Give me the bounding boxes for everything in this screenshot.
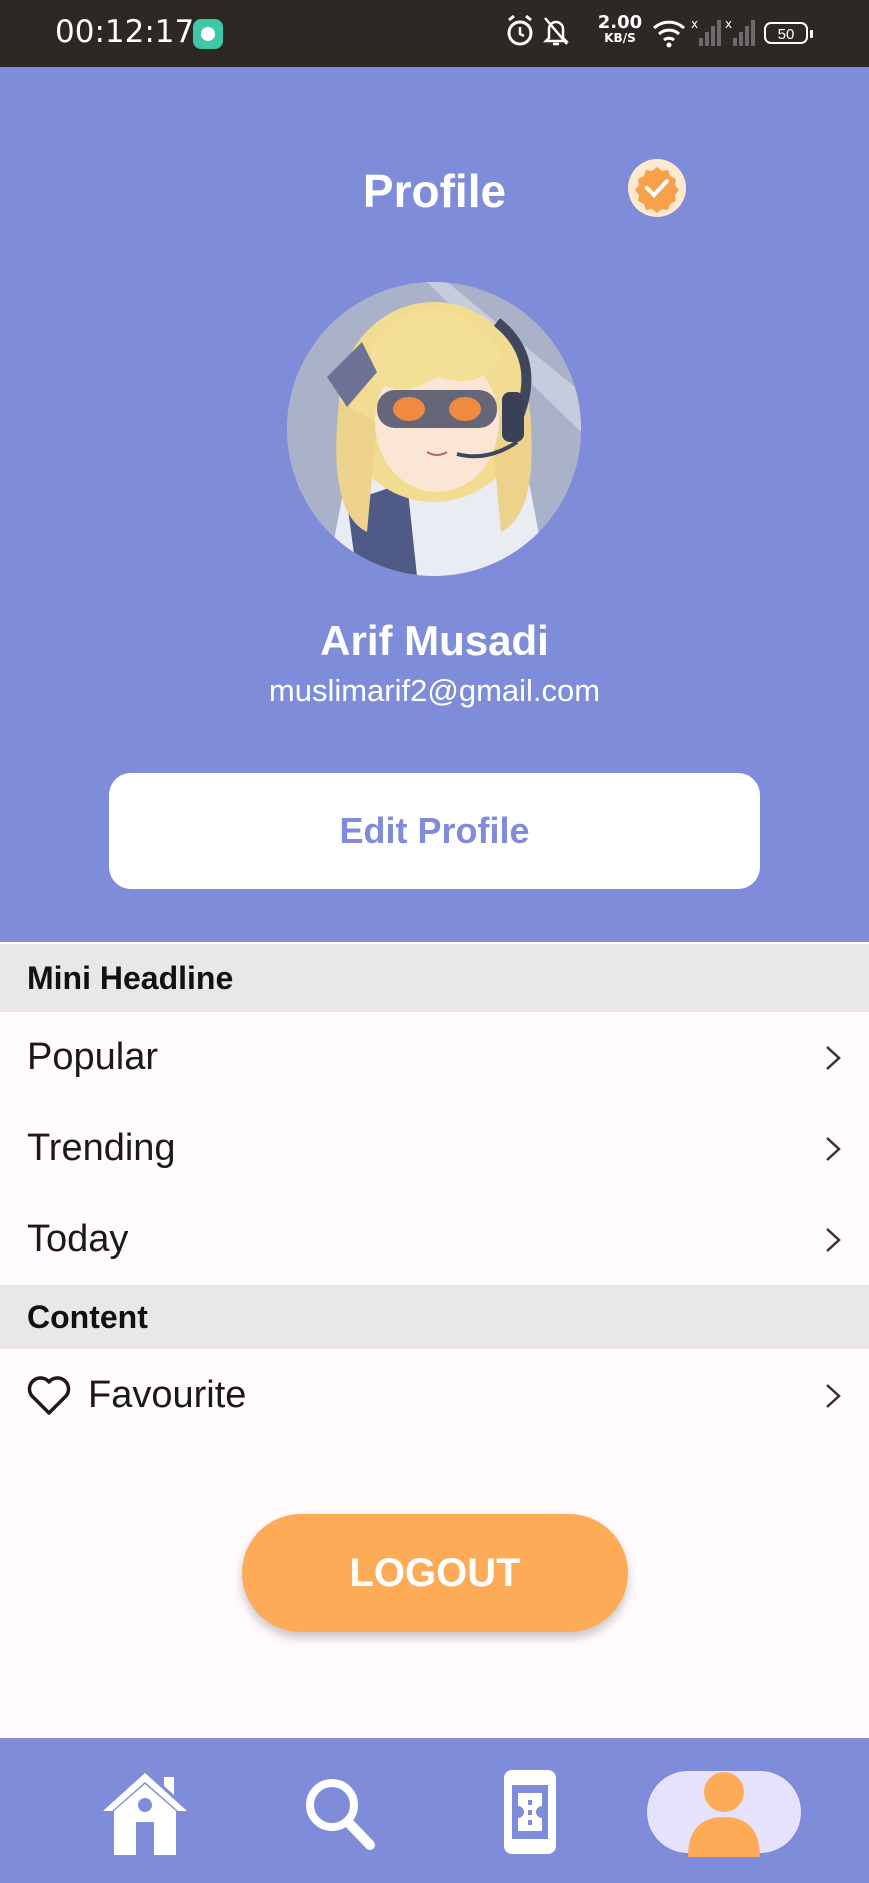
logout-button[interactable]: LOGOUT xyxy=(242,1514,628,1632)
list-item-today[interactable]: Today xyxy=(0,1194,869,1285)
bottom-navigation xyxy=(0,1738,869,1883)
profile-header: Profile Arif Musadi muslimarif2@gmail.co… xyxy=(0,67,869,942)
user-name: Arif Musadi xyxy=(320,617,549,664)
chevron-right-icon xyxy=(826,1046,841,1070)
avatar xyxy=(287,282,581,576)
user-email: muslimarif2@gmail.com xyxy=(268,673,601,708)
chevron-right-icon xyxy=(826,1228,841,1252)
net-speed: 2.00 KB/S xyxy=(595,12,645,45)
list-item-favourite[interactable]: Favourite xyxy=(0,1350,869,1441)
avatar-image xyxy=(287,282,581,576)
profile-icon[interactable] xyxy=(684,1767,764,1857)
section-title: Content xyxy=(27,1299,148,1335)
list-item-label: Today xyxy=(27,1218,129,1260)
list-item-label: Popular xyxy=(27,1036,158,1078)
section-header-mini-headline: Mini Headline xyxy=(0,944,869,1012)
status-bar: 00:12:17 2.00 KB/S x x 50 xyxy=(0,0,869,67)
signal-icon-1: x xyxy=(691,18,721,46)
chevron-right-icon xyxy=(826,1137,841,1161)
section-title: Mini Headline xyxy=(27,960,234,996)
section-header-content: Content xyxy=(0,1285,869,1349)
search-icon[interactable] xyxy=(300,1767,380,1857)
list-item-popular[interactable]: Popular xyxy=(0,1012,869,1103)
signal-icon-2: x xyxy=(725,18,755,46)
net-speed-value: 2.00 xyxy=(597,12,643,33)
svg-text:x: x xyxy=(691,18,698,31)
verified-icon xyxy=(635,167,679,213)
wifi-icon xyxy=(652,20,686,48)
chevron-right-icon xyxy=(826,1384,841,1408)
verified-badge xyxy=(628,159,686,217)
page-title: Profile xyxy=(362,165,507,217)
home-icon[interactable] xyxy=(100,1767,190,1857)
edit-profile-button[interactable]: Edit Profile xyxy=(109,773,760,889)
list-item-trending[interactable]: Trending xyxy=(0,1103,869,1194)
list-item-label: Trending xyxy=(27,1127,176,1169)
list-item-label: Favourite xyxy=(88,1374,247,1416)
alarm-icon xyxy=(507,14,533,46)
heart-icon xyxy=(27,1376,71,1415)
ticket-icon[interactable] xyxy=(500,1767,560,1857)
svg-text:x: x xyxy=(725,18,732,31)
app-notification-icon xyxy=(193,19,223,49)
mute-bell-icon xyxy=(542,17,570,46)
net-speed-unit: KB/S xyxy=(604,31,636,45)
status-time: 00:12:17 xyxy=(55,14,195,50)
battery-indicator: 50 xyxy=(764,22,813,44)
